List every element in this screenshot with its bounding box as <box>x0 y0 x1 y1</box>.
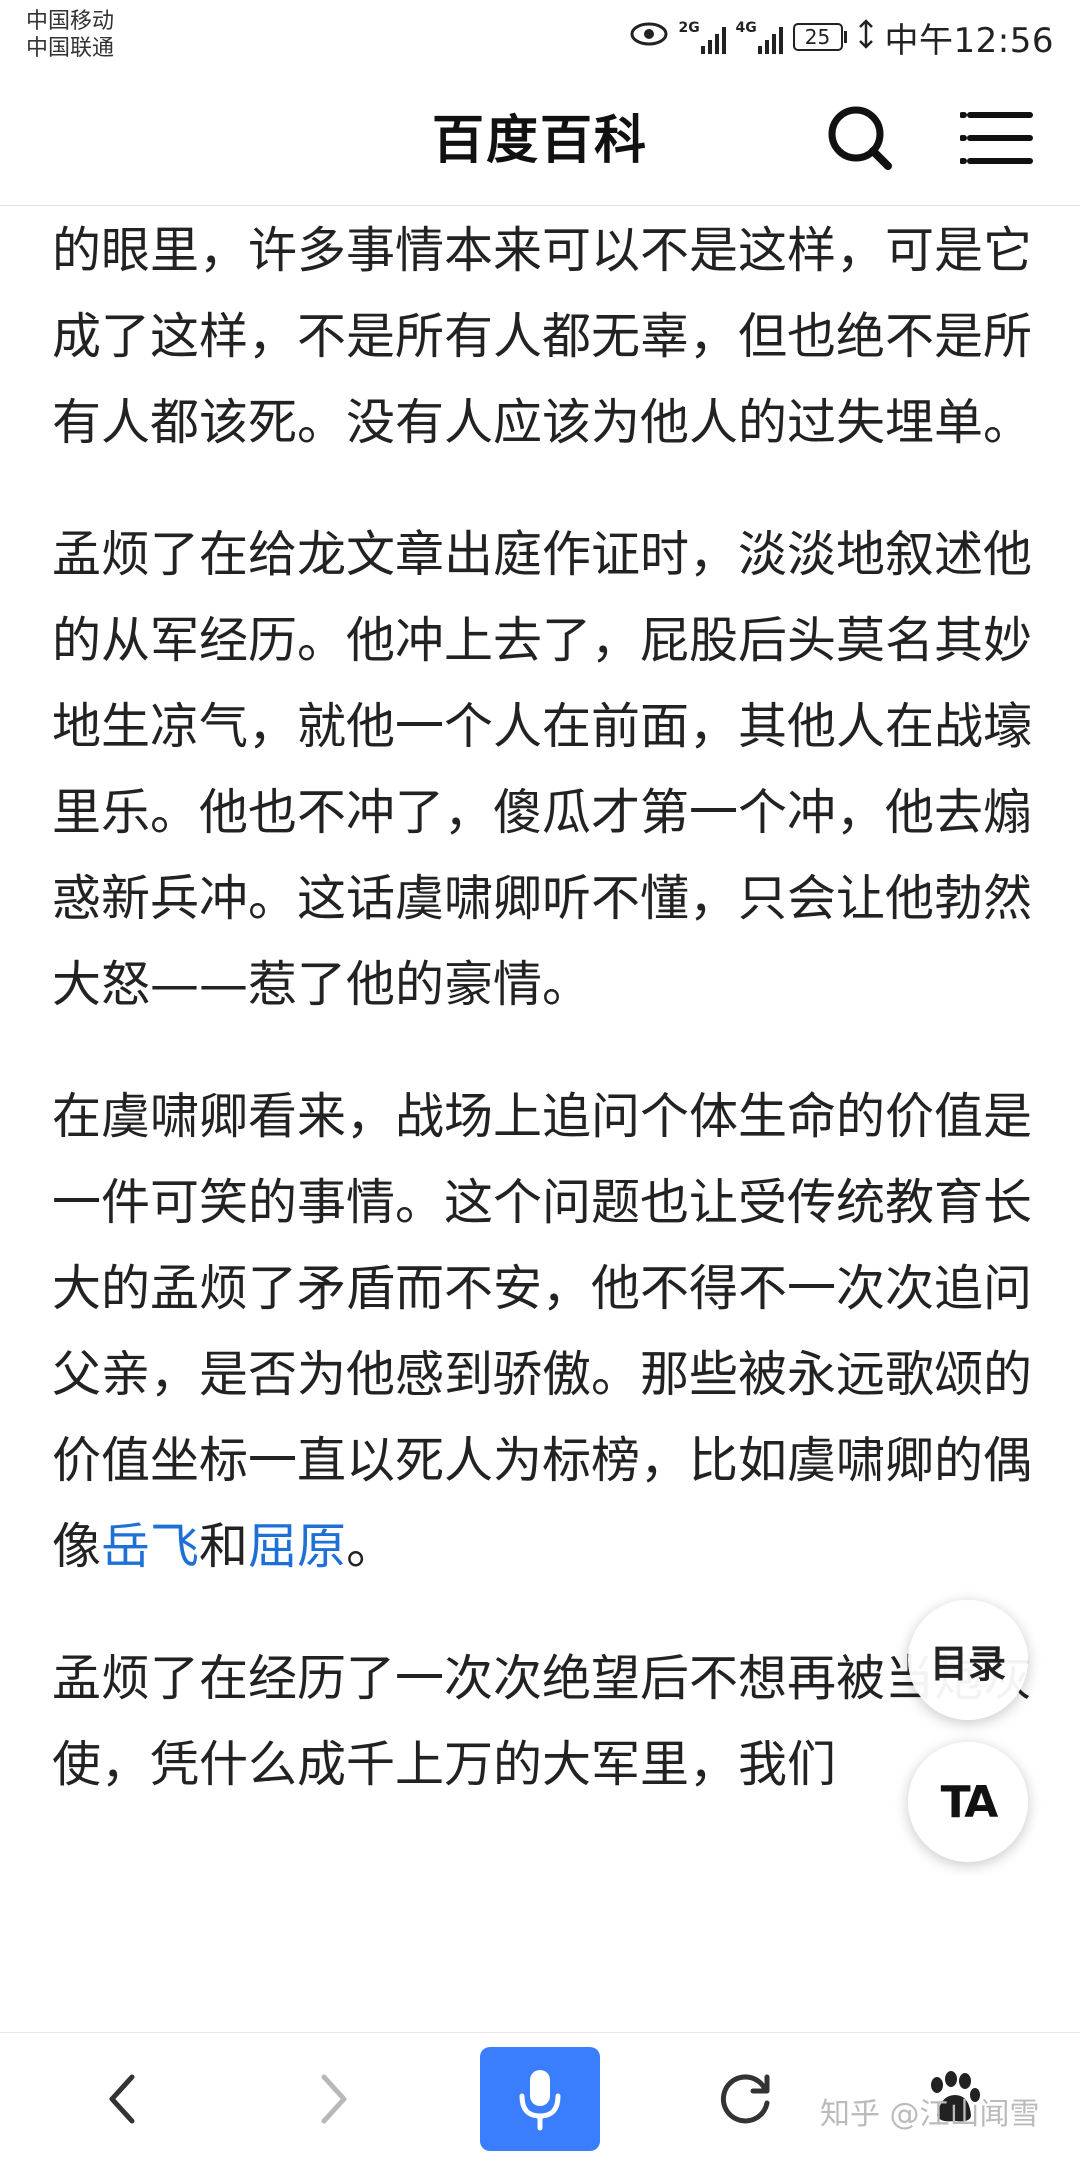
article-paragraph: 的眼里，许多事情本来可以不是这样，可是它成了这样，不是所有人都无辜，但也绝不是所… <box>52 222 1033 451</box>
mic-icon <box>519 2070 561 2131</box>
article-paragraph: 孟烦了在经历了一次次绝望后不想再被当炮灰使，凭什么成千上万的大军里，我们 <box>52 1650 1033 1793</box>
network-type-2: 4G <box>735 20 757 36</box>
battery-level: 25 <box>792 23 843 51</box>
screen: 中国移动 中国联通 2G 4G 25 中午12:56 百度百科 的眼里，许多事情… <box>0 0 1080 2160</box>
article-body: 的眼里，许多事情本来可以不是这样，可是它成了这样，不是所有人都无辜，但也绝不是所… <box>52 208 1037 1854</box>
carrier-1: 中国移动 <box>26 9 115 34</box>
clock: 中午12:56 <box>884 20 1054 61</box>
watermark: 知乎 @江山闻雪 <box>820 2097 1040 2132</box>
search-button[interactable] <box>820 98 900 178</box>
link-yue-fei[interactable]: 岳飞 <box>101 1518 199 1575</box>
paragraph-end: 。 <box>346 1518 396 1575</box>
bottom-navigation: 知乎 @江山闻雪 <box>0 2032 1080 2160</box>
signal-icon: 2G <box>679 20 726 54</box>
network-type-1: 2G <box>678 20 700 36</box>
ta-button[interactable]: TA <box>908 1742 1028 1862</box>
refresh-icon <box>720 2074 770 2124</box>
carrier-2: 中国联通 <box>26 36 115 61</box>
paragraph-joiner: 和 <box>199 1518 249 1575</box>
refresh-button[interactable] <box>692 2051 802 2147</box>
toc-button[interactable]: 目录 <box>908 1600 1028 1720</box>
back-button[interactable] <box>68 2051 178 2147</box>
app-header: 百度百科 <box>0 70 1080 206</box>
back-icon <box>109 2074 135 2124</box>
forward-button[interactable] <box>278 2051 388 2147</box>
ta-label: TA <box>940 1776 999 1828</box>
menu-button[interactable] <box>959 98 1040 178</box>
forward-icon <box>321 2074 347 2124</box>
status-indicators: 2G 4G 25 中午12:56 <box>629 12 1054 62</box>
search-icon <box>828 106 892 170</box>
status-bar: 中国移动 中国联通 2G 4G 25 中午12:56 <box>0 0 1080 70</box>
voice-button[interactable] <box>480 2047 600 2151</box>
battery-icon: 25 <box>792 23 847 51</box>
paragraph-text: 在虞啸卿看来，战场上追问个体生命的价值是一件可笑的事情。这个问题也让受传统教育长… <box>52 1088 1033 1575</box>
carrier-info: 中国移动 中国联通 <box>26 8 114 62</box>
article-paragraph: 孟烦了在给龙文章出庭作证时，淡淡地叙述他的从军经历。他冲上去了，屁股后头莫名其妙… <box>52 526 1033 1013</box>
site-title: 百度百科 <box>431 111 648 171</box>
eye-icon <box>629 20 669 54</box>
signal-icon: 4G <box>736 20 783 54</box>
menu-icon <box>959 112 1033 164</box>
link-qu-yuan[interactable]: 屈原 <box>248 1518 346 1575</box>
article-paragraph: 在虞啸卿看来，战场上追问个体生命的价值是一件可笑的事情。这个问题也让受传统教育长… <box>52 1074 1037 1590</box>
toc-label: 目录 <box>929 1641 1006 1686</box>
charging-icon <box>857 19 875 55</box>
